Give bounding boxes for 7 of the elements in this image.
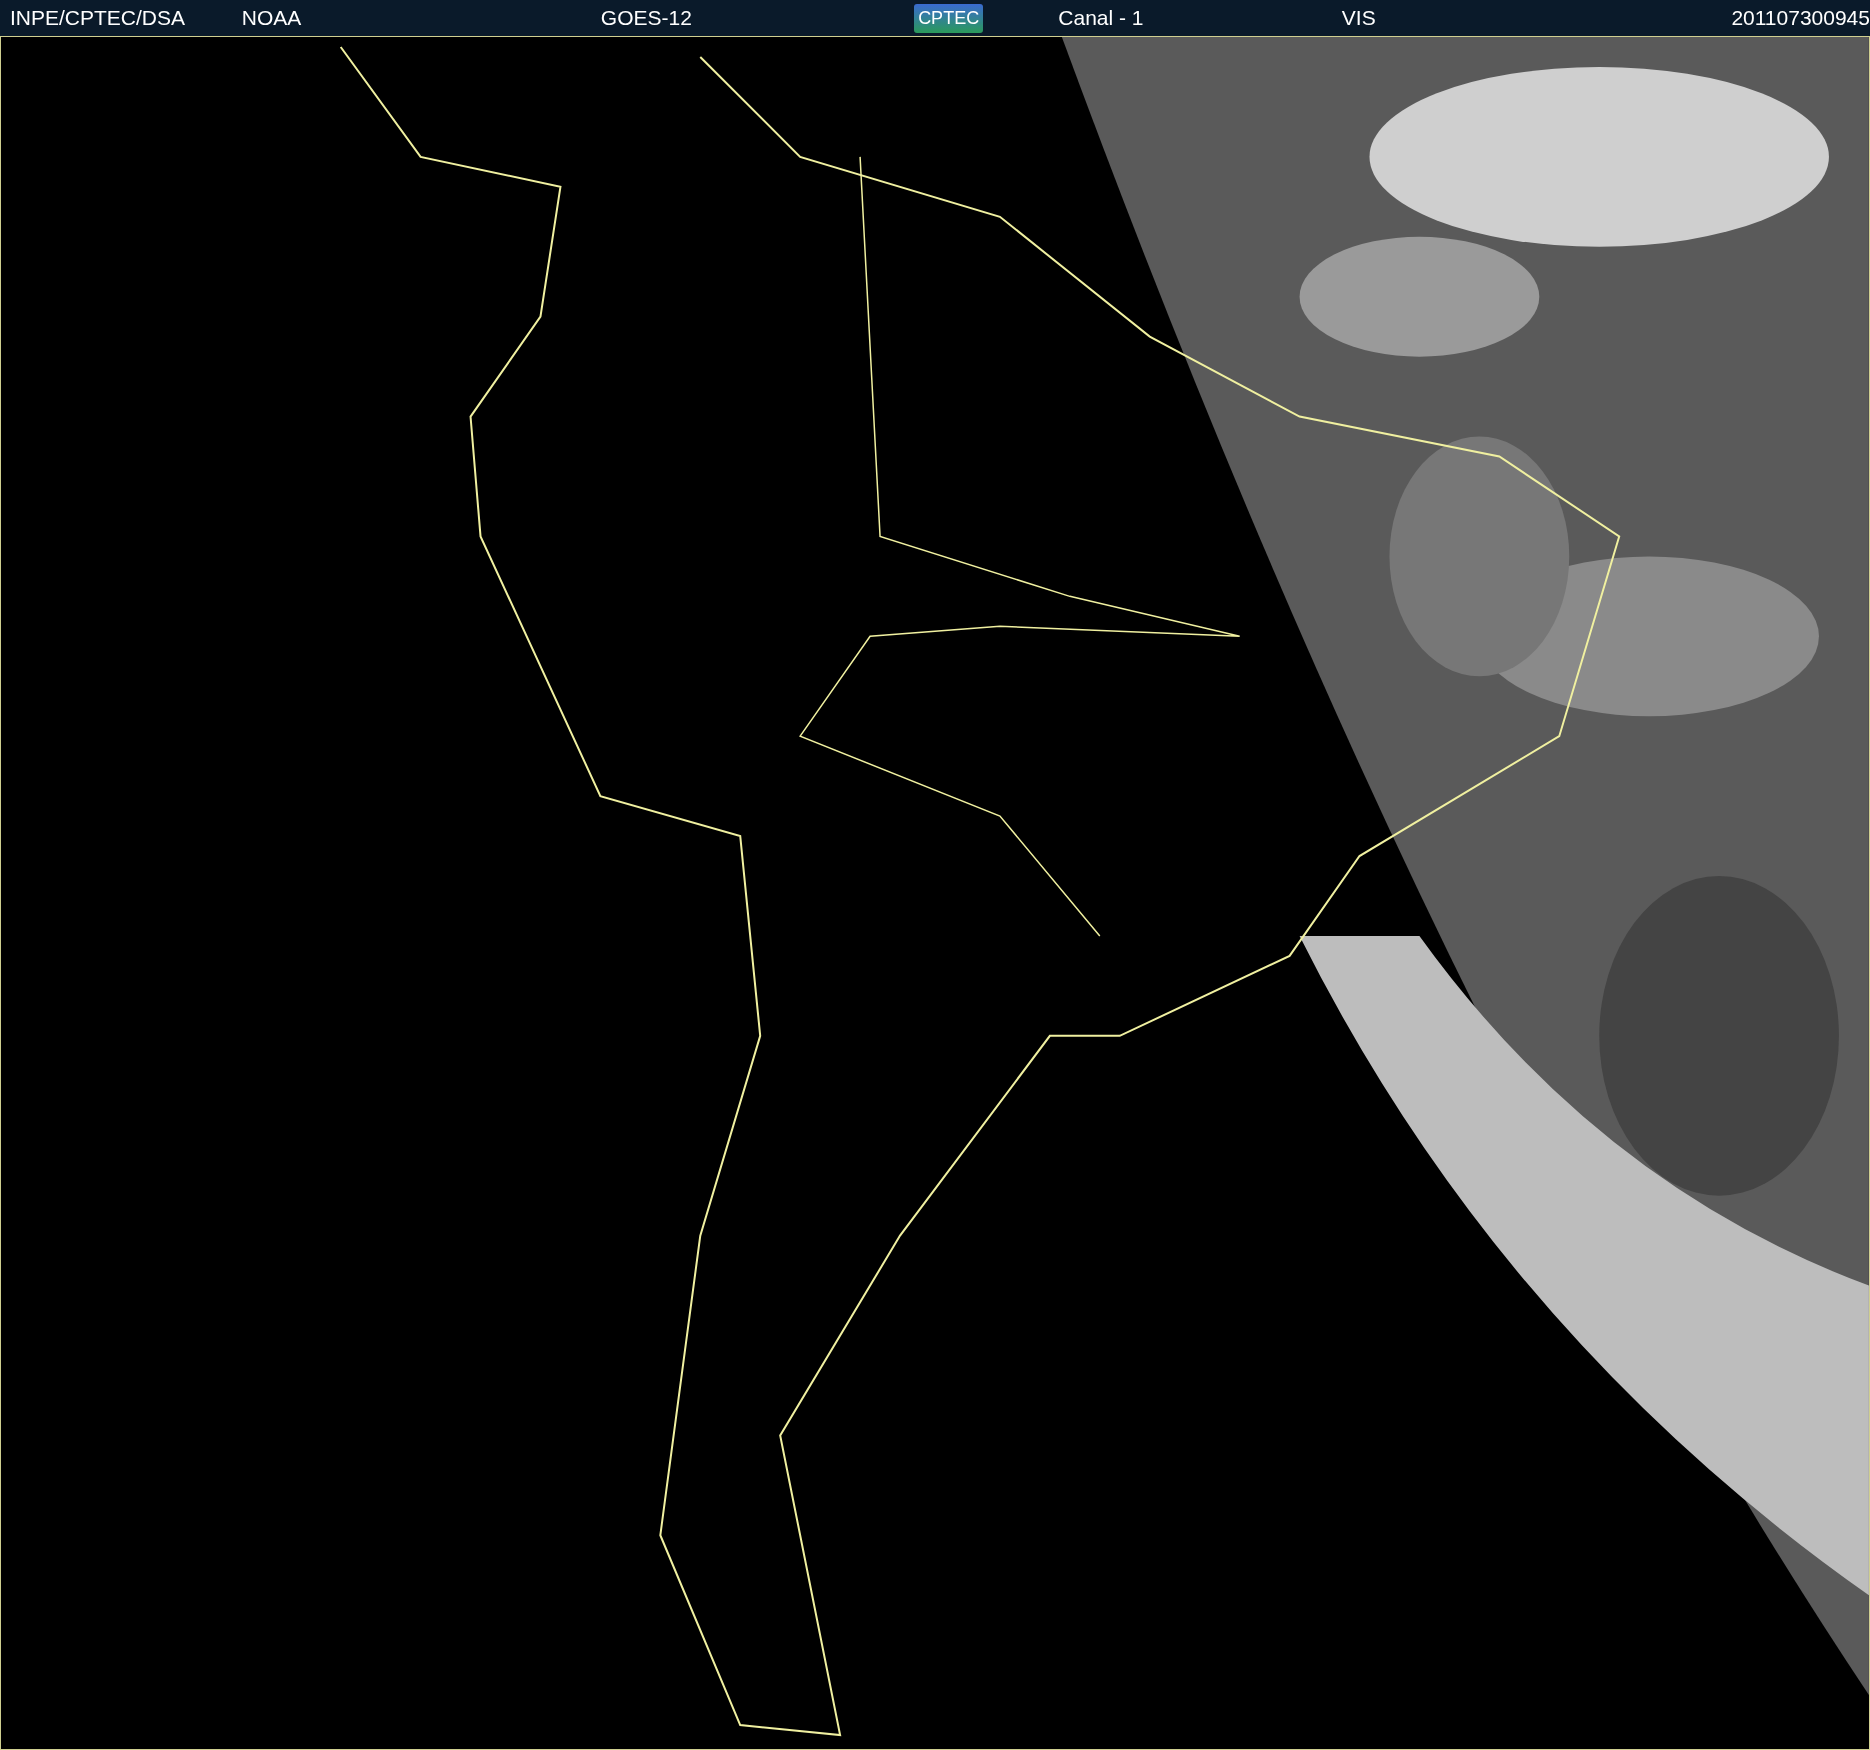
header-label: GOES-12: [600, 6, 692, 30]
header-label: 201107300945: [1731, 6, 1870, 30]
header-label: Canal - 1: [1058, 6, 1144, 30]
logo: CPTEC: [914, 3, 984, 33]
header-label: VIS: [1341, 6, 1376, 30]
header-label: NOAA: [241, 6, 302, 30]
header-label: INPE/CPTEC/DSA: [10, 6, 186, 30]
